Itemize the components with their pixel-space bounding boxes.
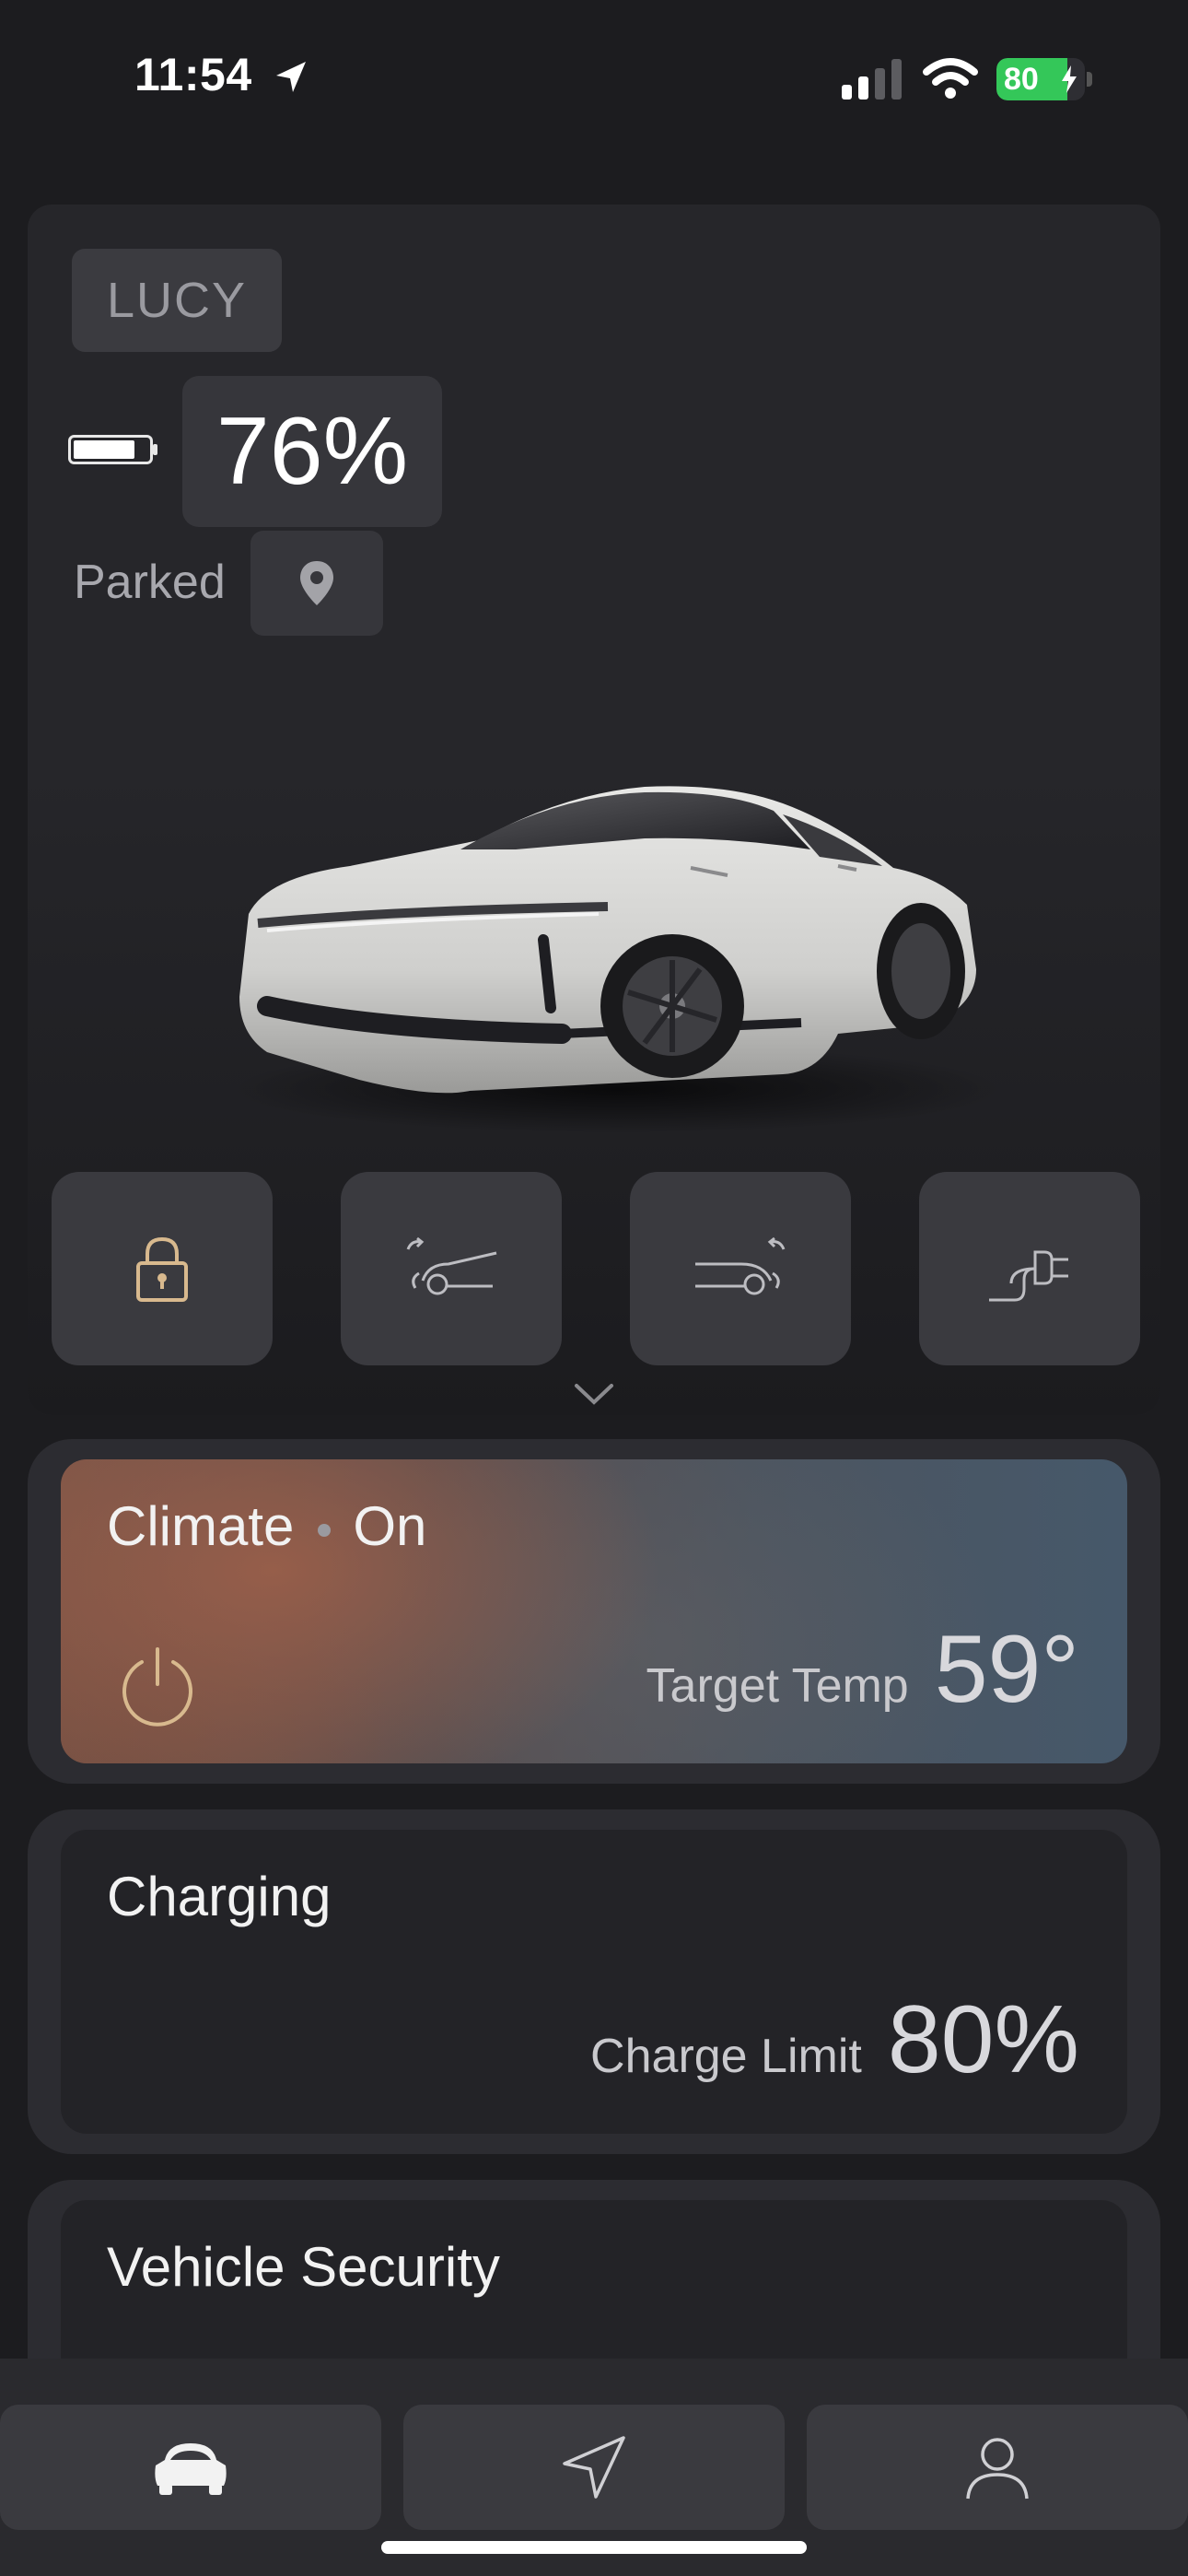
climate-title-row: Climate On	[107, 1494, 426, 1558]
vehicle-card: LUCY 76% Parked	[28, 205, 1160, 1415]
charge-port-button[interactable]	[919, 1172, 1140, 1365]
power-icon[interactable]	[116, 1644, 199, 1727]
charging-title: Charging	[107, 1866, 332, 1927]
location-button[interactable]	[250, 531, 383, 636]
navigation-icon	[563, 2436, 625, 2499]
charging-bolt-icon	[1062, 65, 1077, 93]
climate-title: Climate	[107, 1495, 295, 1557]
expand-chevron-icon[interactable]	[573, 1382, 615, 1406]
target-temp-value: 59°	[934, 1616, 1079, 1723]
trunk-icon	[695, 1236, 786, 1295]
vehicle-name[interactable]: LUCY	[72, 249, 282, 352]
status-bar: 11:54 80	[0, 0, 1188, 157]
status-dot	[318, 1524, 332, 1538]
status-battery-level: 80	[1004, 62, 1039, 97]
lock-icon	[136, 1236, 188, 1302]
charging-card-inner: Charging Charge Limit 80%	[61, 1830, 1127, 2134]
tab-profile[interactable]	[807, 2405, 1188, 2530]
charging-card[interactable]: Charging Charge Limit 80%	[28, 1809, 1160, 2154]
frunk-button[interactable]	[341, 1172, 562, 1365]
battery-nub	[1087, 72, 1092, 87]
vehicle-state: Parked	[74, 556, 226, 609]
climate-status: On	[353, 1495, 427, 1557]
profile-icon	[966, 2438, 1029, 2500]
status-time: 11:54	[134, 49, 252, 100]
target-temp-label: Target Temp	[646, 1659, 909, 1713]
vehicle-image	[230, 786, 1004, 1133]
charge-limit-value: 80%	[887, 1986, 1079, 2093]
battery-icon	[68, 435, 157, 464]
climate-card-inner: Climate On Target Temp 59°	[61, 1459, 1127, 1763]
trunk-button[interactable]	[630, 1172, 851, 1365]
climate-card[interactable]: Climate On Target Temp 59°	[28, 1439, 1160, 1784]
charge-port-icon	[989, 1250, 1068, 1302]
home-indicator	[381, 2541, 807, 2554]
wifi-icon	[923, 58, 978, 99]
lock-button[interactable]	[52, 1172, 273, 1365]
status-battery: 80	[996, 58, 1085, 100]
tab-vehicle[interactable]	[0, 2405, 381, 2530]
target-temp: Target Temp 59°	[646, 1615, 1079, 1725]
charge-limit: Charge Limit 80%	[590, 1985, 1079, 2095]
frunk-icon	[406, 1236, 497, 1295]
battery-percent: 76%	[182, 376, 442, 527]
map-pin-icon	[300, 561, 333, 605]
tab-navigation[interactable]	[403, 2405, 785, 2530]
car-icon	[155, 2443, 227, 2495]
charge-limit-label: Charge Limit	[590, 2030, 862, 2083]
security-title: Vehicle Security	[107, 2236, 500, 2298]
location-arrow-icon	[276, 62, 306, 92]
cellular-signal-icon	[842, 59, 902, 100]
